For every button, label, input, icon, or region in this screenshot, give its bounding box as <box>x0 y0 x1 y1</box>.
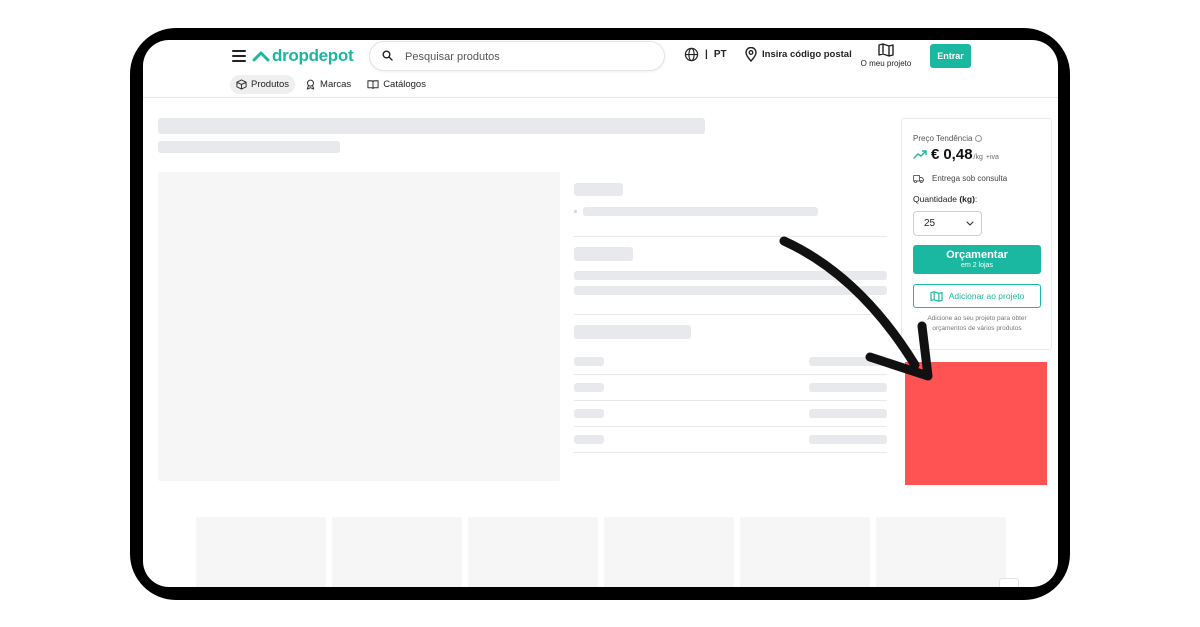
search-input[interactable] <box>403 47 657 67</box>
globe-icon <box>684 47 699 62</box>
logo-chevron-icon <box>252 51 270 62</box>
skeleton-card <box>876 517 1006 587</box>
login-button[interactable]: Entrar <box>930 44 971 68</box>
language-selector[interactable]: | PT <box>684 47 727 62</box>
search-icon <box>382 50 393 61</box>
skeleton-line-3 <box>574 286 887 295</box>
skeleton-card <box>196 517 326 587</box>
nav-products[interactable]: Produtos <box>230 75 296 94</box>
delivery-row: Entrega sob consulta <box>913 174 1007 183</box>
site-header: dropdepot | PT Insira código postal O me… <box>143 40 1058 98</box>
quantity-unit: (kg) <box>959 194 975 204</box>
skeleton-row-key <box>574 409 604 418</box>
skeleton-row-value <box>809 435 887 444</box>
price-trend-label: Preço Tendência <box>913 134 973 143</box>
award-icon <box>306 79 315 90</box>
category-nav: Produtos Marcas Catálogos <box>230 75 436 94</box>
skeleton-card <box>468 517 598 587</box>
browser-viewport: dropdepot | PT Insira código postal O me… <box>143 40 1058 587</box>
section-divider <box>574 236 887 237</box>
price-label-row: Preço Tendência <box>913 134 983 143</box>
menu-icon[interactable] <box>232 50 246 62</box>
nav-catalogs-label: Catálogos <box>383 79 426 90</box>
book-open-icon <box>367 80 379 90</box>
request-quote-button[interactable]: Orçamentar em 2 lojas <box>913 245 1041 274</box>
skeleton-subtitle <box>158 141 340 153</box>
skeleton-line-2 <box>574 271 887 280</box>
quote-button-label: Orçamentar <box>946 249 1008 261</box>
scroll-top-button[interactable] <box>999 578 1019 587</box>
map-icon <box>878 43 894 57</box>
price-row: € 0,48 /kg +iva <box>913 146 999 163</box>
skeleton-block-1 <box>574 183 623 196</box>
price-vat: +iva <box>985 154 999 161</box>
skeleton-row-key <box>574 435 604 444</box>
quantity-colon: : <box>974 194 978 204</box>
skeleton-row-key <box>574 383 604 392</box>
quantity-label: Quantidade (kg): <box>913 194 977 204</box>
section-divider <box>574 314 887 315</box>
logo-text: dropdepot <box>272 46 354 65</box>
map-icon <box>930 290 943 302</box>
location-pin-icon <box>745 47 757 62</box>
row-divider <box>574 452 887 453</box>
language-code: PT <box>713 49 727 60</box>
delivery-text: Entrega sob consulta <box>932 174 1008 183</box>
skeleton-block-3 <box>574 325 691 339</box>
row-divider <box>574 374 887 375</box>
info-icon[interactable] <box>975 135 983 142</box>
skeleton-card <box>604 517 734 587</box>
skeleton-card <box>332 517 462 587</box>
skeleton-product-image <box>158 172 560 481</box>
trend-up-icon <box>913 150 927 159</box>
postal-code-selector[interactable]: Insira código postal <box>745 47 852 62</box>
dropdepot-logo[interactable]: dropdepot <box>252 44 354 68</box>
row-divider <box>574 400 887 401</box>
my-project-link[interactable]: O meu projeto <box>856 43 916 68</box>
skeleton-line-1 <box>583 207 818 216</box>
skeleton-row-value <box>809 357 887 366</box>
search-bar[interactable] <box>369 41 665 71</box>
add-to-project-hint: Adicione ao seu projeto para obter orçam… <box>927 315 1027 332</box>
price-unit: /kg <box>973 154 983 161</box>
my-project-label: O meu projeto <box>860 59 912 68</box>
quote-button-sub: em 2 lojas <box>961 262 993 269</box>
postal-code-label: Insira código postal <box>762 49 852 60</box>
row-divider <box>574 426 887 427</box>
nav-brands-label: Marcas <box>320 79 352 90</box>
nav-brands[interactable]: Marcas <box>299 75 357 94</box>
nav-products-label: Produtos <box>251 79 290 90</box>
skeleton-title <box>158 118 705 134</box>
skeleton-row-value <box>809 383 887 392</box>
price-currency: € <box>931 146 940 163</box>
quantity-label-text: Quantidade <box>913 194 957 204</box>
price-value: 0,48 <box>943 146 973 163</box>
skeleton-card <box>740 517 870 587</box>
highlight-box <box>905 362 1047 485</box>
quantity-select[interactable]: 25 <box>913 211 982 236</box>
price-card: Preço Tendência € 0,48 /kg +iva Entrega … <box>901 118 1052 350</box>
chevron-down-icon <box>966 221 974 226</box>
box-icon <box>236 79 247 90</box>
add-to-project-button[interactable]: Adicionar ao projeto <box>913 284 1041 308</box>
skeleton-block-2 <box>574 247 633 261</box>
add-to-project-label: Adicionar ao projeto <box>948 291 1025 301</box>
skeleton-bullet <box>574 210 577 213</box>
truck-icon <box>913 174 924 183</box>
skeleton-row-value <box>809 409 887 418</box>
skeleton-row-key <box>574 357 604 366</box>
quantity-value: 25 <box>924 218 936 229</box>
language-separator: | <box>705 49 708 60</box>
nav-catalogs[interactable]: Catálogos <box>361 75 432 94</box>
